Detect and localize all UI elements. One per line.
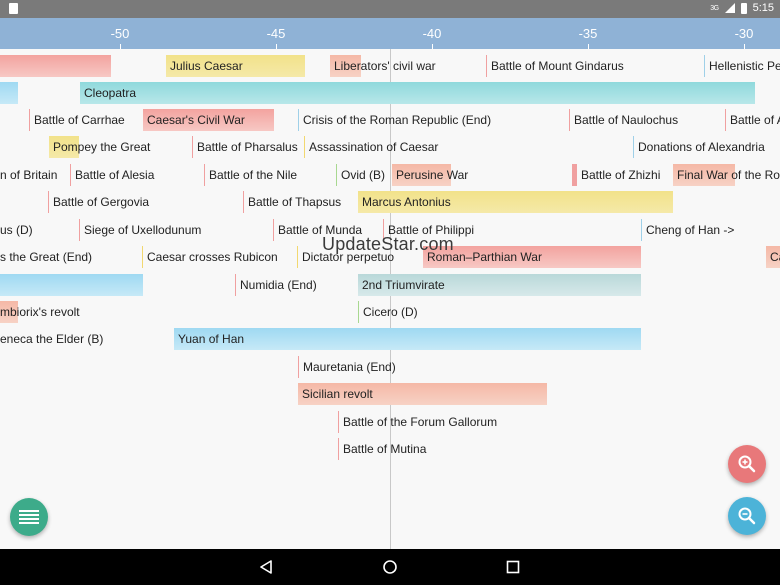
watermark: UpdateStar.com — [322, 234, 454, 254]
timeline-event[interactable]: 2nd Triumvirate — [358, 274, 641, 296]
zoom-out-button[interactable] — [728, 497, 766, 535]
timeline-event[interactable]: Pompey the Great — [49, 136, 150, 158]
timeline-event[interactable] — [0, 274, 143, 296]
year-axis[interactable]: -50 -45 -40 -35 -30 — [0, 18, 780, 49]
timeline-event[interactable]: Caesar's Civil War — [143, 109, 274, 131]
clock: 5:15 — [752, 2, 774, 14]
timeline-canvas[interactable]: Julius Caesar Liberators' civil war Batt… — [0, 49, 780, 549]
timeline-event[interactable]: Marcus Antonius — [358, 191, 673, 213]
tick-label: -35 — [578, 26, 598, 41]
timeline-event[interactable]: Liberators' civil war — [330, 55, 436, 77]
signal-icon — [724, 3, 735, 13]
timeline-event[interactable]: Final War of the Ro — [673, 164, 780, 186]
sd-card-icon — [9, 3, 18, 14]
timeline-event[interactable]: Cheng of Han -> — [641, 219, 734, 241]
timeline-event[interactable]: Hellenistic Pe — [704, 55, 780, 77]
battery-icon — [740, 2, 747, 14]
timeline-event[interactable]: us (D) — [0, 219, 33, 241]
timeline-event[interactable]: Assassination of Caesar — [304, 136, 438, 158]
timeline-event[interactable]: n of Britain — [0, 164, 57, 186]
status-bar: 3G 5:15 — [0, 0, 780, 18]
network-type: 3G — [710, 4, 719, 12]
timeline-event[interactable]: Donations of Alexandria — [633, 136, 765, 158]
timeline-event[interactable]: Numidia (End) — [235, 274, 317, 296]
zoom-in-button[interactable] — [728, 445, 766, 483]
back-button[interactable] — [246, 549, 286, 585]
timeline-event[interactable]: Ovid (B) — [336, 164, 385, 186]
timeline-event[interactable]: Battle of Alesia — [70, 164, 154, 186]
timeline-event[interactable]: mbiorix's revolt — [0, 301, 80, 323]
tick-label: -40 — [422, 26, 442, 41]
timeline-event[interactable]: Yuan of Han — [174, 328, 641, 350]
tick-label: -45 — [266, 26, 286, 41]
home-button[interactable] — [370, 549, 410, 585]
timeline-event[interactable]: Julius Caesar — [166, 55, 305, 77]
zoom-out-icon — [738, 507, 756, 525]
timeline-event[interactable]: Cicero (D) — [358, 301, 418, 323]
timeline-event[interactable]: Battle of Zhizhi — [572, 164, 660, 186]
timeline-event[interactable]: Battle of A — [725, 109, 780, 131]
timeline-event[interactable]: Battle of Gergovia — [48, 191, 149, 213]
timeline-event[interactable]: Battle of Thapsus — [243, 191, 341, 213]
timeline-event[interactable]: Siege of Uxellodunum — [79, 219, 201, 241]
tick-label: -50 — [110, 26, 130, 41]
timeline-event[interactable]: Battle of Pharsalus — [192, 136, 298, 158]
timeline-event[interactable] — [0, 55, 111, 77]
timeline-event[interactable]: Battle of the Nile — [204, 164, 297, 186]
timeline-event[interactable]: Sicilian revolt — [298, 383, 547, 405]
timeline-event[interactable]: Battle of Mount Gindarus — [486, 55, 624, 77]
timeline-event[interactable]: Roman–Parthian War — [423, 246, 641, 268]
home-icon — [383, 560, 397, 574]
recents-button[interactable] — [493, 549, 533, 585]
timeline-event[interactable]: Perusine War — [392, 164, 468, 186]
timeline-event[interactable]: Caesar crosses Rubicon — [142, 246, 278, 268]
timeline-event[interactable] — [0, 82, 18, 104]
zoom-in-icon — [738, 455, 756, 473]
recents-icon — [506, 560, 520, 574]
timeline-event[interactable]: Mauretania (End) — [298, 356, 396, 378]
timeline-event[interactable]: eneca the Elder (B) — [0, 328, 103, 350]
timeline-event[interactable]: Crisis of the Roman Republic (End) — [298, 109, 491, 131]
timeline-event[interactable]: Battle of Mutina — [338, 438, 426, 460]
menu-button[interactable] — [10, 498, 48, 536]
timeline-event[interactable]: Cleopatra — [80, 82, 755, 104]
timeline-event[interactable]: Ca — [766, 246, 780, 268]
timeline-event[interactable]: Battle of Naulochus — [569, 109, 678, 131]
menu-icon — [19, 510, 39, 524]
timeline-event[interactable]: Battle of Carrhae — [29, 109, 125, 131]
navigation-bar — [0, 549, 780, 585]
timeline-event[interactable]: Battle of the Forum Gallorum — [338, 411, 497, 433]
timeline-event[interactable]: s the Great (End) — [0, 246, 92, 268]
back-icon — [260, 560, 272, 574]
tick-label: -30 — [734, 26, 754, 41]
